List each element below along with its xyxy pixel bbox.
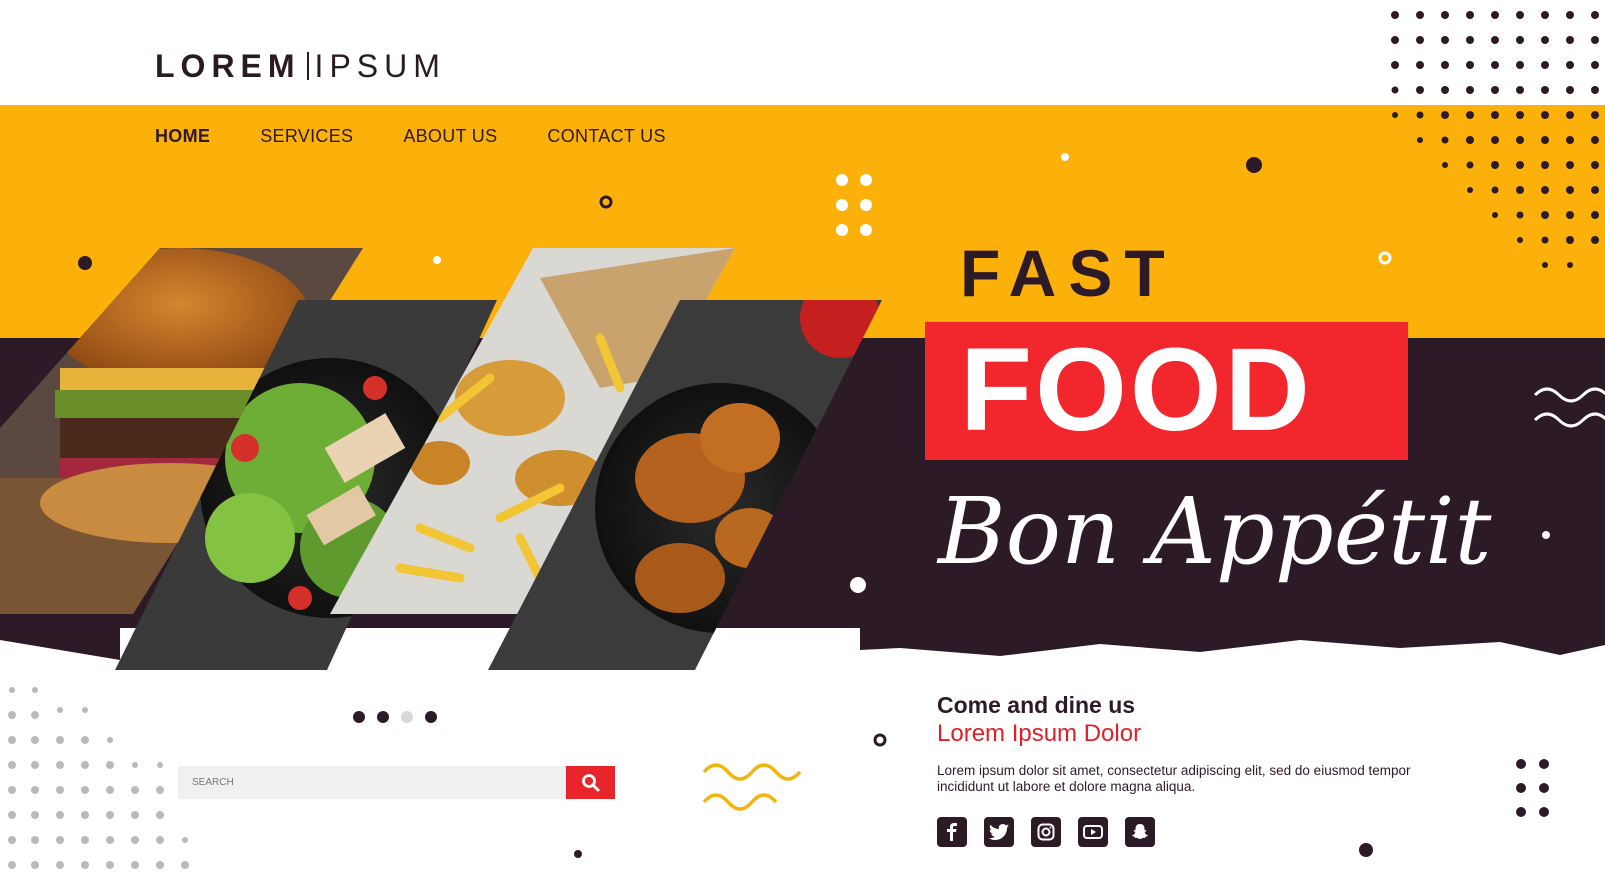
brush-edge [0, 610, 1605, 660]
facebook-icon[interactable] [937, 817, 967, 847]
carousel-dot-1[interactable] [353, 711, 365, 723]
logo-bold-text: LOREM [155, 48, 301, 84]
info-body: Lorem ipsum dolor sit amet, consectetur … [937, 763, 1411, 794]
twitter-icon[interactable] [984, 817, 1014, 847]
site-logo[interactable]: LOREM IPSUM [155, 48, 446, 85]
headline-fast: FAST [960, 236, 1177, 310]
info-heading: Come and dine us [937, 692, 1136, 718]
carousel-dot-3[interactable] [401, 711, 413, 723]
logo-light-text: IPSUM [314, 48, 446, 84]
carousel-dot-2[interactable] [377, 711, 389, 723]
dot-pattern-bottom-left [8, 687, 189, 869]
social-links [937, 817, 1155, 847]
headline-food: FOOD [960, 324, 1313, 456]
carousel-indicators [353, 711, 437, 723]
info-subheading: Lorem Ipsum Dolor [937, 720, 1142, 747]
youtube-icon[interactable] [1078, 817, 1108, 847]
headline-tagline: Bon Appétit [938, 478, 1492, 585]
instagram-icon[interactable] [1031, 817, 1061, 847]
carousel-dot-4[interactable] [425, 711, 437, 723]
snapchat-icon[interactable] [1125, 817, 1155, 847]
logo-divider [306, 52, 309, 80]
search-input[interactable] [178, 766, 566, 799]
